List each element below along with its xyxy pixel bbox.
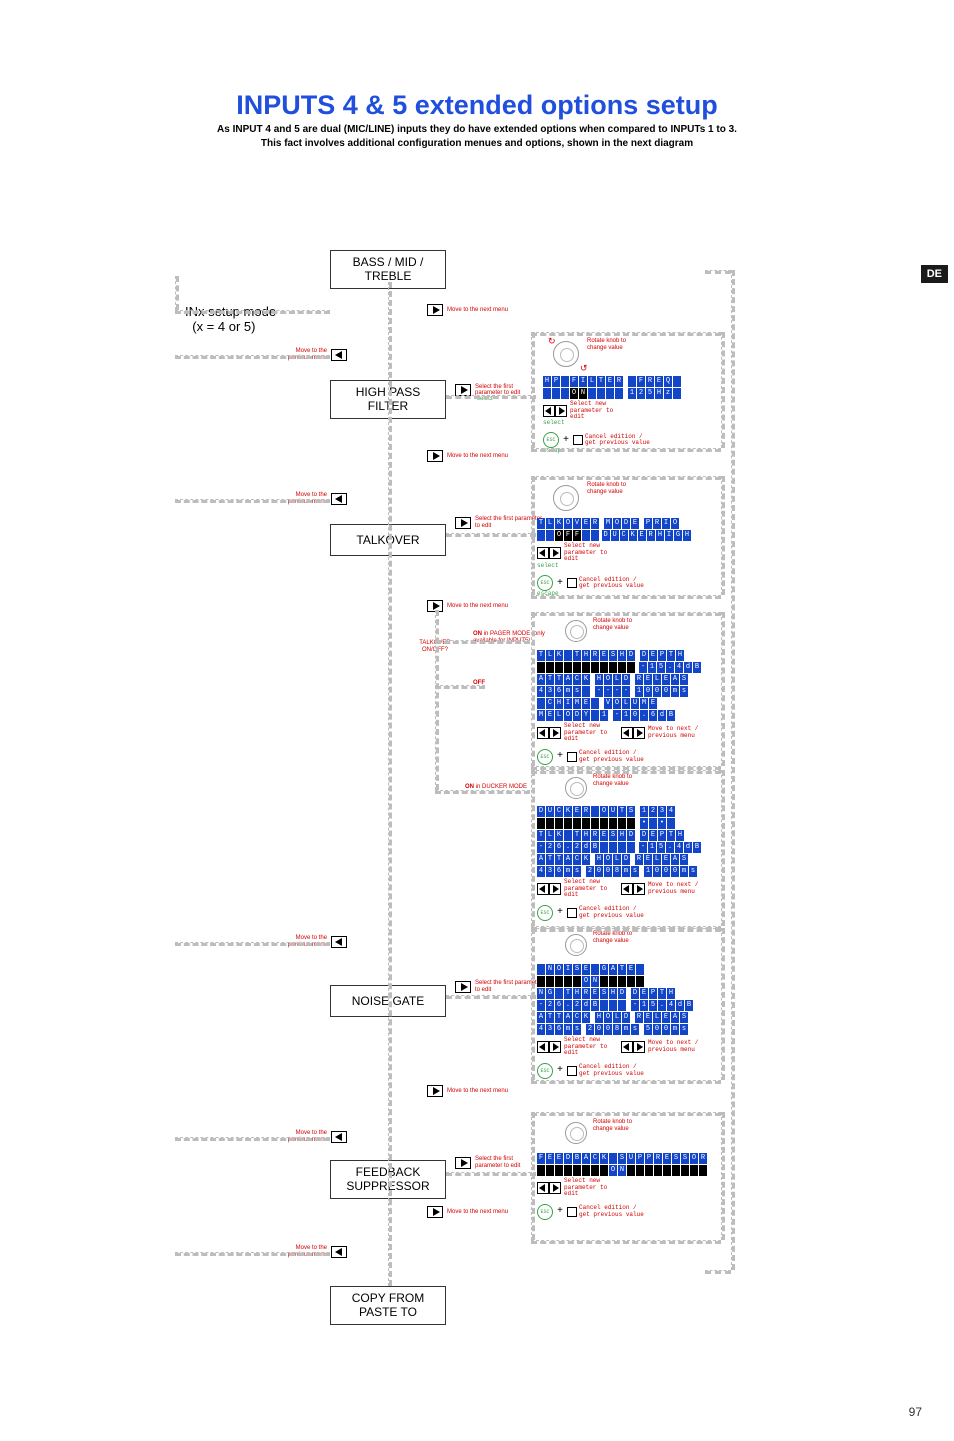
lcd-feedback: FEEDBACK SUPPRESSOR ON Select new parame… — [537, 1153, 712, 1220]
rotary-knob[interactable] — [565, 620, 587, 642]
lcd-hpf: HP FILTER FREQ ON 125Hz Select new param… — [543, 376, 698, 455]
escape-knob[interactable]: ESC — [543, 432, 559, 448]
hint-rotate: Rotate knob to change value — [587, 338, 637, 351]
lcd-ducker: DUCKER OUTS 1234 • • TLK THRESHD DEPTH -… — [537, 806, 702, 921]
rotary-knob[interactable] — [553, 341, 579, 367]
param-prev-icon[interactable] — [543, 405, 555, 417]
prev-menu-icon[interactable] — [331, 349, 347, 361]
rotary-knob[interactable] — [565, 1122, 587, 1144]
select-first-icon[interactable] — [455, 1157, 471, 1169]
rotary-knob[interactable] — [565, 934, 587, 956]
lcd-noisegate: NOISE GATE ON NG THRESHD DEPTH -26.2dB -… — [537, 964, 702, 1079]
page-title: INPUTS 4 & 5 extended options setup — [0, 90, 954, 121]
locale-tab: DE — [921, 265, 948, 283]
prev-menu-icon[interactable] — [331, 493, 347, 505]
prev-menu-icon[interactable] — [331, 1246, 347, 1258]
stop-icon[interactable] — [573, 435, 583, 445]
flow-diagram: BASS / MID / TREBLE INx setup mode (x = … — [175, 250, 865, 1410]
select-first-icon[interactable] — [455, 981, 471, 993]
param-next-icon[interactable] — [555, 405, 567, 417]
next-menu-icon[interactable] — [427, 1206, 443, 1218]
prev-menu-icon[interactable] — [331, 936, 347, 948]
page-number: 97 — [909, 1405, 922, 1419]
next-menu-icon[interactable] — [427, 304, 443, 316]
page-subtitle: As INPUT 4 and 5 are dual (MIC/LINE) inp… — [157, 123, 797, 150]
menu-copy: COPY FROM PASTE TO — [330, 1286, 446, 1325]
lcd-pager: TLK THRESHD DEPTH -15.4dB ATTACK HOLD RE… — [537, 650, 702, 765]
hint-next: Move to the next menu — [447, 307, 508, 314]
prev-menu-icon[interactable] — [331, 1131, 347, 1143]
select-first-icon[interactable] — [455, 517, 471, 529]
next-menu-icon[interactable] — [427, 1085, 443, 1097]
entry-label: INx setup mode (x = 4 or 5) — [185, 304, 276, 334]
lcd-talkover: TLKOVER MODE PRIO OFF DUCKER HIGH Select… — [537, 518, 692, 598]
rotary-knob[interactable] — [553, 485, 579, 511]
rotary-knob[interactable] — [565, 777, 587, 799]
next-menu-icon[interactable] — [427, 450, 443, 462]
